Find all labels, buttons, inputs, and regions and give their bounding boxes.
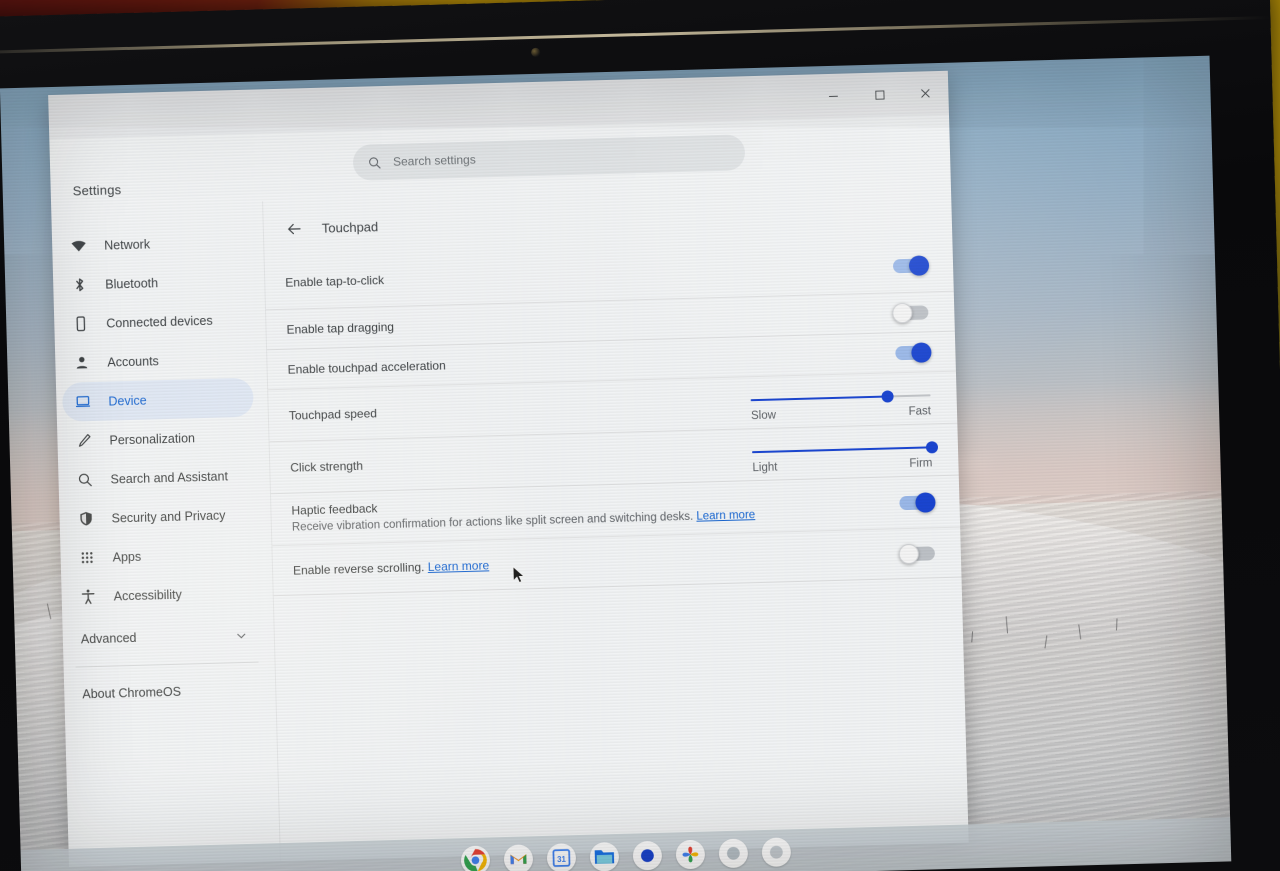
app-icon-8[interactable] xyxy=(761,836,792,867)
sidebar-item-device[interactable]: Device xyxy=(61,377,254,422)
sidebar-label-network: Network xyxy=(104,236,151,253)
sidebar-label-bluetooth: Bluetooth xyxy=(105,275,159,292)
search-placeholder: Search settings xyxy=(392,152,476,169)
phone-icon xyxy=(76,316,86,332)
webcam-icon xyxy=(531,47,541,58)
slider-max-label-click-strength: Firm xyxy=(909,457,933,470)
search-input[interactable]: Search settings xyxy=(352,134,746,181)
photo-of-laptop-screen: Settings Search settings Network Bluetoo… xyxy=(0,0,1280,871)
minimize-icon xyxy=(829,95,838,97)
sidebar-item-accounts[interactable]: Accounts xyxy=(61,339,253,383)
slider-thumb-touchpad-speed[interactable] xyxy=(881,390,894,403)
back-arrow-icon[interactable] xyxy=(286,220,303,237)
photos-icon[interactable] xyxy=(675,839,706,869)
sidebar-item-apps[interactable]: Apps xyxy=(66,534,258,578)
sidebar-item-about-chromeos[interactable]: About ChromeOS xyxy=(70,671,262,714)
label-enable-reverse-scrolling: Enable reverse scrolling. xyxy=(292,559,425,578)
page-title: Touchpad xyxy=(321,218,379,236)
slider-min-label-click-strength: Light xyxy=(752,461,778,475)
slider-fill-touchpad-speed xyxy=(750,395,888,402)
sidebar-label-about-chromeos: About ChromeOS xyxy=(82,684,182,702)
label-touchpad-speed: Touchpad speed xyxy=(288,405,378,423)
learn-more-link-reverse-scrolling[interactable]: Learn more xyxy=(428,558,490,574)
sidebar-item-bluetooth[interactable]: Bluetooth xyxy=(59,261,251,305)
files-icon[interactable] xyxy=(589,841,620,871)
search-icon xyxy=(369,156,381,168)
settings-rows: Enable tap-to-click Enable tap dragging … xyxy=(264,238,962,597)
wifi-icon xyxy=(71,240,86,252)
blue-app-icon[interactable] xyxy=(632,840,663,871)
sidebar-label-accounts: Accounts xyxy=(107,353,159,370)
svg-text:31: 31 xyxy=(557,854,567,863)
slider-track-touchpad-speed[interactable] xyxy=(750,390,931,403)
chromeos-desktop: Settings Search settings Network Bluetoo… xyxy=(0,55,1232,871)
close-icon xyxy=(920,88,930,98)
settings-sidebar: Network Bluetooth Connected devices Acco… xyxy=(51,201,281,867)
label-enable-touchpad-acceleration: Enable touchpad acceleration xyxy=(287,357,446,377)
slider-thumb-click-strength[interactable] xyxy=(925,441,939,454)
sidebar-item-search-and-assistant[interactable]: Search and Assistant xyxy=(64,456,256,500)
sidebar-item-network[interactable]: Network xyxy=(58,222,250,266)
accessibility-icon xyxy=(81,589,95,605)
laptop-icon xyxy=(75,396,91,408)
sidebar-label-accessibility: Accessibility xyxy=(113,587,182,604)
slider-max-label-touchpad-speed: Fast xyxy=(908,405,932,418)
app-title: Settings xyxy=(72,182,122,199)
slider-fill-click-strength xyxy=(752,446,933,454)
toggle-enable-reverse-scrolling[interactable] xyxy=(898,543,936,564)
maximize-button[interactable] xyxy=(868,83,891,106)
label-enable-tap-to-click: Enable tap-to-click xyxy=(285,273,385,290)
bluetooth-icon xyxy=(76,278,84,292)
slider-min-label-touchpad-speed: Slow xyxy=(750,409,777,423)
label-enable-tap-dragging: Enable tap dragging xyxy=(286,319,395,337)
sidebar-label-connected-devices: Connected devices xyxy=(106,313,213,331)
toggle-haptic-feedback[interactable] xyxy=(899,491,936,513)
gmail-icon[interactable] xyxy=(503,843,534,871)
search-icon xyxy=(78,473,92,487)
sidebar-item-advanced[interactable]: Advanced xyxy=(68,616,260,659)
sidebar-item-security-and-privacy[interactable]: Security and Privacy xyxy=(65,495,257,539)
chrome-icon[interactable] xyxy=(460,844,491,871)
settings-window: Settings Search settings Network Bluetoo… xyxy=(48,70,969,867)
label-enable-reverse-scrolling-group: Enable reverse scrolling. Learn more xyxy=(293,556,490,579)
sidebar-label-apps: Apps xyxy=(112,549,142,565)
settings-main-pane: Touchpad Enable tap-to-click Enable tap … xyxy=(263,182,969,862)
person-icon xyxy=(76,356,88,369)
toggle-enable-tap-to-click[interactable] xyxy=(892,255,930,276)
sidebar-divider xyxy=(75,661,259,668)
sidebar-item-personalization[interactable]: Personalization xyxy=(63,417,255,461)
grid-apps-icon xyxy=(81,552,93,564)
sidebar-label-security-and-privacy: Security and Privacy xyxy=(111,507,226,526)
label-click-strength: Click strength xyxy=(290,458,364,475)
close-button[interactable] xyxy=(914,82,937,105)
chevron-down-icon xyxy=(237,632,246,639)
sidebar-label-advanced: Advanced xyxy=(80,630,137,647)
bezel-highlight xyxy=(0,16,1271,55)
laptop-bezel: Settings Search settings Network Bluetoo… xyxy=(0,0,1280,871)
slider-touchpad-speed[interactable]: Slow Fast xyxy=(750,378,931,422)
sidebar-item-connected-devices[interactable]: Connected devices xyxy=(60,300,252,344)
brush-icon xyxy=(78,434,91,447)
settings-body: Network Bluetooth Connected devices Acco… xyxy=(51,182,969,867)
slider-click-strength[interactable]: Light Firm xyxy=(752,430,939,475)
maximize-icon xyxy=(874,89,885,100)
slider-track-click-strength[interactable] xyxy=(752,441,939,454)
shield-icon xyxy=(80,512,92,526)
learn-more-link-haptic-feedback[interactable]: Learn more xyxy=(696,509,755,523)
toggle-enable-touchpad-acceleration[interactable] xyxy=(895,341,932,363)
sidebar-label-search-and-assistant: Search and Assistant xyxy=(110,468,229,487)
app-icon-7[interactable] xyxy=(718,837,749,868)
sidebar-label-personalization: Personalization xyxy=(109,430,196,448)
calendar-icon[interactable]: 31 xyxy=(546,842,577,871)
toggle-enable-tap-dragging[interactable] xyxy=(892,302,929,323)
sidebar-item-accessibility[interactable]: Accessibility xyxy=(67,573,259,617)
minimize-button[interactable] xyxy=(822,85,845,108)
sidebar-label-device: Device xyxy=(108,393,147,409)
